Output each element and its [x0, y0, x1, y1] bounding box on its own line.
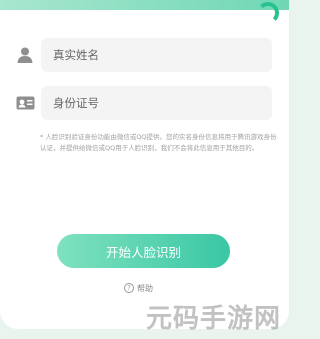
help-link[interactable]: ? 帮助 — [124, 281, 153, 295]
privacy-notice: * 人脸识别验证身份功能由微信或QQ提供。您的实名身份信息将用于腾讯游戏身份认证… — [40, 133, 277, 152]
start-button-label: 开始人脸识别 — [105, 245, 181, 260]
name-row: 真实姓名 — [14, 38, 272, 72]
start-face-recognition-button[interactable]: 开始人脸识别 — [57, 234, 230, 268]
help-icon: ? — [124, 283, 134, 293]
person-icon — [14, 44, 36, 66]
corner-ring-decoration — [257, 2, 279, 24]
real-name-input[interactable]: 真实姓名 — [41, 38, 272, 72]
id-card-icon — [14, 92, 36, 114]
id-row: 身份证号 — [14, 86, 272, 120]
id-number-placeholder: 身份证号 — [53, 96, 99, 110]
id-number-input[interactable]: 身份证号 — [41, 86, 272, 120]
face-verify-screen: 真实姓名 身份证号 * 人脸识别验证身份功能由微信或QQ提供。您的实名身份信息将… — [0, 0, 289, 339]
help-label: 帮助 — [137, 283, 153, 293]
real-name-placeholder: 真实姓名 — [53, 48, 99, 62]
site-watermark: 元码手游网 — [145, 304, 281, 334]
